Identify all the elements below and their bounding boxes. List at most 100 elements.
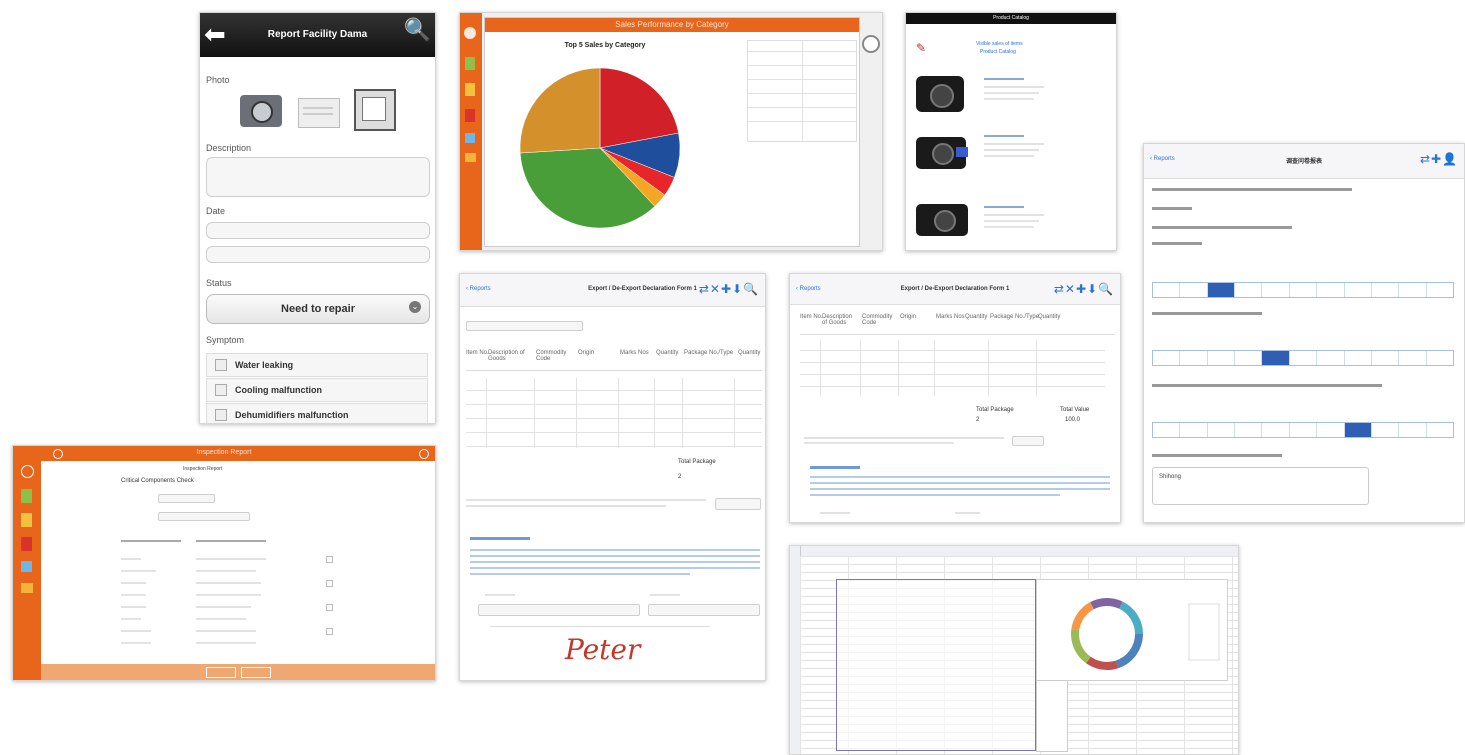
export1-table-header: Item No. Description of Goods Commodity … [466, 346, 762, 371]
inspection-table [121, 536, 361, 656]
date-label: Date [206, 206, 226, 216]
status-label: Status [206, 278, 232, 288]
symptom-label-2: Dehumidifiers malfunction [235, 410, 349, 420]
sidebar-icon-screen[interactable] [465, 133, 475, 143]
sidebar-icon-edit[interactable] [21, 513, 32, 527]
symptom-item[interactable]: Water leaking [206, 353, 428, 377]
sales-title-bar: Sales Performance by Category [485, 18, 859, 32]
catalog-header: Product Catalog [906, 13, 1116, 24]
sales-title: Sales Performance by Category [615, 20, 729, 29]
symptom-label-0: Water leaking [235, 360, 294, 370]
catalog-sub: Product Catalog [980, 49, 1016, 55]
sidebar-icon-chart[interactable] [465, 109, 475, 122]
camera-product-icon [916, 137, 968, 169]
facility-damage-screen: ⬅ Report Facility Dama 🔍 Photo Descripti… [199, 12, 436, 424]
sidebar-icon-chart[interactable] [21, 537, 32, 551]
checkbox-icon[interactable] [215, 384, 227, 396]
export2-total-value: 2 [976, 417, 980, 423]
sales-content: Sales Performance by Category Top 5 Sale… [484, 17, 860, 247]
footer-button-2[interactable] [241, 667, 271, 678]
settings-icon[interactable] [862, 35, 880, 53]
sidebar-icon-home[interactable] [21, 465, 34, 478]
legend-box [1188, 603, 1220, 661]
description-field[interactable] [206, 157, 430, 197]
camera-product-icon [916, 204, 968, 236]
date-field-1[interactable] [206, 222, 430, 239]
sidebar-icon-home[interactable] [464, 27, 476, 39]
product-row[interactable] [906, 198, 1116, 248]
sidebar-icon-screen[interactable] [21, 561, 32, 572]
pie-chart [519, 67, 681, 229]
donut-panel [1036, 579, 1228, 681]
report-no-field[interactable] [158, 494, 215, 503]
photo-stack-icon[interactable] [354, 89, 396, 131]
survey-answer-field[interactable]: Shihong [1152, 467, 1369, 505]
toolbar-icons[interactable]: ⇄✚👤 [1420, 152, 1458, 166]
date-field-2[interactable] [206, 246, 430, 263]
catalog-link[interactable]: Visible sales of items [976, 41, 1023, 47]
inspection-subtitle: Inspection Report [183, 466, 223, 472]
survey-answer-value: Shihong [1159, 474, 1182, 480]
camera-icon[interactable] [240, 95, 282, 127]
checkbox-icon[interactable] [326, 556, 333, 563]
toolbar-icons[interactable]: ⇄✕✚⬇🔍 [1054, 282, 1114, 296]
close-icon[interactable] [419, 449, 429, 459]
checkbox-icon[interactable] [326, 604, 333, 611]
sidebar-icon-folder[interactable] [21, 583, 33, 593]
photo-label: Photo [206, 75, 230, 85]
checkbox-icon[interactable] [326, 580, 333, 587]
symptom-item[interactable]: Cooling malfunction [206, 378, 428, 402]
gallery-icon[interactable] [298, 98, 340, 128]
footer-button-1[interactable] [206, 667, 236, 678]
sidebar-icon-edit[interactable] [465, 83, 475, 96]
inspection-section: Critical Components Check [121, 478, 194, 484]
export2-nav-bar: ‹ Reports Export / De-Export Declaration… [790, 274, 1120, 305]
signature: Peter [565, 633, 641, 666]
export2-total-value-label: Total Value [1060, 407, 1090, 413]
facility-title: Report Facility Dama [267, 29, 368, 40]
search-icon[interactable]: 🔍 [404, 17, 431, 43]
rating-scale-3[interactable] [1152, 422, 1454, 438]
inspection-footer [41, 664, 435, 680]
item-no-field[interactable] [158, 512, 250, 521]
export2-table-header: Item No. Description of Goods Commodity … [800, 312, 1115, 335]
export2-side-field[interactable] [1012, 436, 1044, 446]
rating-scale-1[interactable] [1152, 282, 1454, 298]
symptom-item[interactable]: Dehumidifiers malfunction [206, 403, 428, 423]
checkbox-icon[interactable] [215, 359, 227, 371]
symptom-label: Symptom [206, 335, 245, 345]
export1-top-field[interactable] [466, 321, 583, 331]
sales-performance-screen: Sales Performance by Category Top 5 Sale… [459, 12, 883, 251]
inspection-report-screen: Inspection Report Inspection Report Crit… [12, 445, 436, 681]
camera-product-icon [916, 76, 964, 112]
export1-side-field[interactable] [715, 498, 761, 510]
menu-icon[interactable] [53, 449, 63, 459]
export2-table-body [800, 340, 1105, 396]
survey-screen: ‹ Reports 调查问卷报表 ⇄✚👤 Shihong [1143, 143, 1465, 523]
export-form-screen-2: ‹ Reports Export / De-Export Declaration… [789, 273, 1121, 523]
brand-logo-icon: ✎ [916, 41, 927, 55]
product-row[interactable] [906, 133, 1116, 193]
toolbar-icons[interactable]: ⇄✕✚⬇🔍 [699, 282, 759, 296]
checkbox-icon[interactable] [326, 628, 333, 635]
inspection-sidebar [13, 461, 41, 680]
checkbox-icon[interactable] [215, 409, 227, 421]
signature-pad[interactable]: Peter [490, 626, 710, 677]
pie-slice-5 [519, 67, 601, 154]
rating-scale-2[interactable] [1152, 350, 1454, 366]
export1-nav-bar: ‹ Reports Export / De-Export Declaration… [460, 274, 765, 307]
mini-table [1036, 680, 1068, 752]
status-select[interactable]: Need to repair ⌄ [206, 294, 430, 324]
data-region [836, 579, 1036, 751]
signer-role-field[interactable] [648, 604, 760, 616]
sidebar-icon-docs[interactable] [465, 57, 475, 70]
survey-title: 调查问卷报表 [1285, 159, 1322, 165]
signer-name-field[interactable] [478, 604, 640, 616]
product-row[interactable] [906, 68, 1116, 128]
inspection-title: Inspection Report [196, 449, 252, 456]
sidebar-icon-folder[interactable] [465, 153, 476, 162]
sales-table [747, 40, 857, 142]
sidebar-icon-docs[interactable] [21, 489, 32, 503]
export1-back-button[interactable]: ‹ Reports [466, 286, 491, 292]
spreadsheet-screen [789, 545, 1239, 755]
